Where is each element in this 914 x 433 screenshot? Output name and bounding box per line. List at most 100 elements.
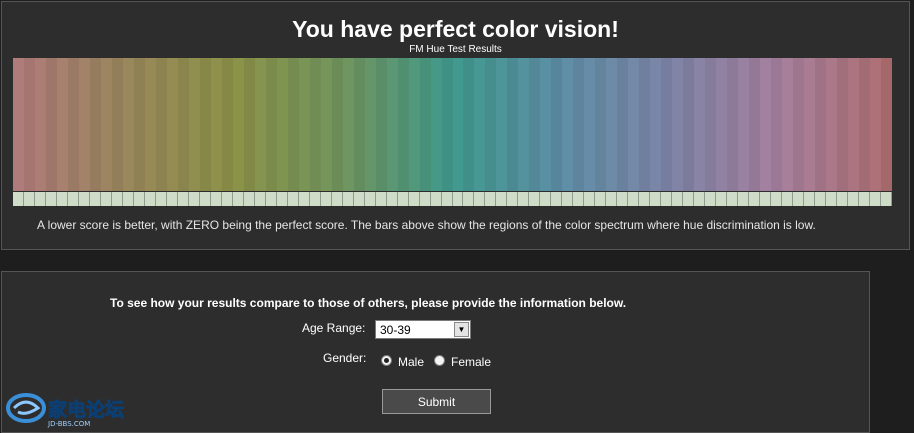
score-bar — [354, 192, 365, 206]
score-bar — [156, 192, 167, 206]
score-bar — [518, 192, 529, 206]
spectrum-strip — [288, 58, 299, 191]
spectrum-strip — [804, 58, 815, 191]
score-bar — [738, 192, 749, 206]
score-bar — [200, 192, 211, 206]
score-bar — [606, 192, 617, 206]
score-bar — [90, 192, 101, 206]
gender-label: Gender: — [323, 351, 367, 365]
score-bar — [837, 192, 848, 206]
spectrum-strip — [387, 58, 398, 191]
spectrum-strip — [584, 58, 595, 191]
spectrum-strip — [24, 58, 35, 191]
spectrum-strip — [156, 58, 167, 191]
spectrum-strip — [881, 58, 892, 191]
spectrum-strip — [244, 58, 255, 191]
score-bar — [463, 192, 474, 206]
score-bar — [299, 192, 310, 206]
score-bar — [387, 192, 398, 206]
jd-bbs-logo-icon: 家电论坛 JD-BBS.COM — [4, 390, 128, 428]
score-bar — [233, 192, 244, 206]
spectrum-strip — [79, 58, 90, 191]
spectrum-strip — [738, 58, 749, 191]
score-bar — [507, 192, 518, 206]
spectrum-strip — [222, 58, 233, 191]
spectrum-strip — [112, 58, 123, 191]
spectrum-strip — [650, 58, 661, 191]
score-bar — [848, 192, 859, 206]
spectrum-strip — [134, 58, 145, 191]
spectrum-strip — [815, 58, 826, 191]
age-range-label: Age Range: — [302, 321, 366, 335]
score-bar — [24, 192, 35, 206]
score-bar — [442, 192, 453, 206]
spectrum-strip — [749, 58, 760, 191]
score-bar — [826, 192, 837, 206]
spectrum-strip — [694, 58, 705, 191]
score-bar — [617, 192, 628, 206]
gender-male-radio[interactable] — [381, 355, 392, 366]
score-bar — [551, 192, 562, 206]
spectrum-strip — [859, 58, 870, 191]
spectrum-strip — [826, 58, 837, 191]
spectrum-strip — [101, 58, 112, 191]
score-bar — [562, 192, 573, 206]
spectrum-strip — [562, 58, 573, 191]
score-bar — [815, 192, 826, 206]
age-range-value: 30-39 — [380, 323, 411, 337]
results-subtitle: FM Hue Test Results — [409, 44, 502, 55]
score-bar — [431, 192, 442, 206]
spectrum-strip — [870, 58, 881, 191]
spectrum-strip — [453, 58, 463, 191]
score-bar — [376, 192, 387, 206]
score-bar — [343, 192, 354, 206]
spectrum-strip — [529, 58, 540, 191]
score-bar — [595, 192, 606, 206]
spectrum-strip — [727, 58, 738, 191]
score-bar — [716, 192, 727, 206]
spectrum-strip — [573, 58, 584, 191]
spectrum-strip — [409, 58, 420, 191]
score-bar — [650, 192, 661, 206]
score-bar — [584, 192, 595, 206]
spectrum-strip — [551, 58, 562, 191]
spectrum-strip — [496, 58, 507, 191]
score-explanation: A lower score is better, with ZERO being… — [37, 218, 816, 232]
score-bar — [398, 192, 409, 206]
score-bar — [661, 192, 672, 206]
score-bar — [288, 192, 299, 206]
score-bar — [529, 192, 540, 206]
spectrum-strip — [782, 58, 793, 191]
score-bar — [727, 192, 738, 206]
spectrum-strip — [628, 58, 639, 191]
score-bar — [167, 192, 178, 206]
spectrum-strip — [639, 58, 650, 191]
results-panel: You have perfect color vision! FM Hue Te… — [1, 1, 910, 250]
spectrum-strip — [46, 58, 57, 191]
form-prompt: To see how your results compare to those… — [110, 296, 627, 310]
spectrum-strip — [123, 58, 134, 191]
spectrum-strip — [266, 58, 277, 191]
gender-female-radio[interactable] — [434, 355, 445, 366]
score-bar — [683, 192, 694, 206]
score-bar — [134, 192, 145, 206]
spectrum-strip — [145, 58, 156, 191]
submit-button[interactable]: Submit — [382, 389, 491, 414]
gender-male-label[interactable]: Male — [398, 355, 424, 369]
score-bar — [211, 192, 222, 206]
spectrum-strip — [617, 58, 628, 191]
spectrum-strip — [332, 58, 343, 191]
spectrum-strip — [200, 58, 211, 191]
score-bar — [628, 192, 639, 206]
score-bar — [639, 192, 650, 206]
spectrum-strip — [178, 58, 189, 191]
chevron-down-icon[interactable]: ▼ — [454, 322, 469, 337]
spectrum-strip — [837, 58, 848, 191]
score-bar — [57, 192, 68, 206]
spectrum-strip — [672, 58, 683, 191]
age-range-select[interactable]: 30-39 ▼ — [375, 320, 471, 339]
spectrum-strip — [211, 58, 222, 191]
spectrum-strip — [354, 58, 365, 191]
score-bar — [672, 192, 683, 206]
gender-female-label[interactable]: Female — [451, 355, 491, 369]
